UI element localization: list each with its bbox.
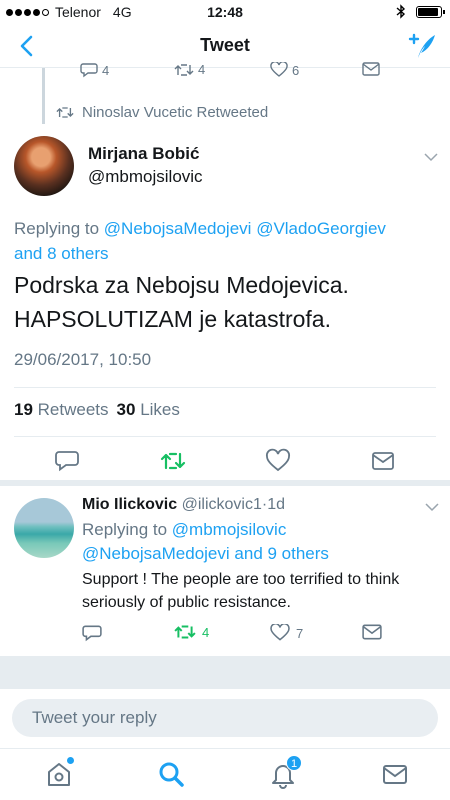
retweet-action[interactable]: 4 [174, 624, 209, 640]
chevron-down-icon[interactable] [424, 152, 438, 162]
tweet-text-line: HAPSOLUTIZAM je katastrofa. [14, 306, 331, 332]
retweets-label: Retweets [37, 400, 109, 419]
avatar[interactable] [14, 136, 74, 196]
bluetooth-icon [396, 4, 406, 19]
tab-messages[interactable] [380, 759, 410, 789]
tweet-text-line: Podrska za Nebojsu Medojevica. [14, 272, 349, 298]
likes-count: 30 [116, 400, 136, 419]
reply-text: Support ! The people are too terrified t… [82, 571, 400, 611]
tweet-timestamp: 29/06/2017, 10:50 [14, 350, 152, 369]
replying-prefix: Replying to [82, 520, 172, 539]
tweet-text: Podrska za Nebojsu Medojevica. HAPSOLUTI… [14, 268, 440, 336]
like-count: 7 [296, 625, 304, 641]
reply-tweet-actions: 4 7 [0, 624, 450, 644]
tab-search[interactable] [156, 759, 186, 789]
like-action[interactable]: 7 [270, 624, 303, 642]
main-tweet-actions [0, 448, 450, 474]
reply-author-line: Mio Ilickovic @ilickovic1·1d [82, 496, 285, 514]
likes-stat[interactable]: 30 Likes [117, 400, 180, 420]
prev-reply-action[interactable]: 4 [80, 62, 109, 78]
retweet-icon[interactable] [160, 448, 186, 474]
mention-link[interactable]: @NebojsaMedojevi [82, 544, 230, 563]
tweet-stats: 19 Retweets 30 Likes [14, 400, 180, 420]
mention-link[interactable]: @NebojsaMedojevi [104, 219, 252, 238]
envelope-icon [383, 765, 407, 784]
reply-composer [0, 688, 450, 748]
prev-reply-count: 4 [102, 62, 110, 78]
retweet-icon [56, 107, 74, 118]
status-bar: Telenor 4G 12:48 [0, 0, 450, 24]
prev-retweet-action[interactable]: 4 [174, 62, 205, 77]
prev-like-count: 6 [292, 62, 300, 78]
clock: 12:48 [207, 4, 243, 20]
retweets-count: 19 [14, 400, 33, 419]
mention-link[interactable]: @mbmojsilovic [172, 520, 287, 539]
replying-prefix: Replying to [14, 219, 104, 238]
prev-like-action[interactable]: 6 [270, 62, 299, 78]
page-title: Tweet [200, 35, 250, 55]
thread-line [42, 68, 45, 124]
prev-dm-action[interactable] [362, 62, 380, 76]
reply-icon [80, 63, 98, 78]
author-handle[interactable]: @mbmojsilovic [88, 167, 203, 187]
divider [14, 436, 436, 437]
likes-label: Likes [140, 400, 180, 419]
prev-retweet-count: 4 [198, 62, 206, 77]
retweet-icon [174, 625, 196, 639]
envelope-icon [362, 624, 382, 640]
avatar[interactable] [14, 498, 74, 558]
chevron-down-icon[interactable] [425, 502, 439, 512]
home-unread-dot [67, 757, 74, 764]
retweet-context[interactable]: Ninoslav Vucetic Retweeted [56, 104, 268, 121]
author-name[interactable]: Mirjana Bobić [88, 144, 199, 164]
divider [14, 387, 436, 388]
author-handle[interactable]: @ilickovic1 [182, 496, 262, 513]
replying-to: Replying to @NebojsaMedojevi @VladoGeorg… [14, 216, 440, 266]
tab-notifications[interactable]: 1 [268, 755, 302, 789]
mention-link[interactable]: @VladoGeorgiev [256, 219, 386, 238]
status-right [396, 4, 445, 19]
heart-icon [270, 624, 290, 641]
retweet-icon [174, 63, 194, 76]
tab-bar: 1 [0, 748, 450, 800]
author-name[interactable]: Mio Ilickovic [82, 496, 177, 513]
others-link[interactable]: and 8 others [14, 244, 109, 263]
main-tweet-author: Mirjana Bobić @mbmojsilovic [14, 136, 440, 198]
reply-tweet[interactable]: Mio Ilickovic @ilickovic1·1d Replying to… [0, 484, 450, 654]
heart-icon [270, 62, 288, 77]
notification-badge: 1 [286, 755, 302, 771]
previous-tweet-actions: 4 4 6 [0, 62, 450, 82]
reply-input[interactable] [12, 699, 438, 737]
retweets-stat[interactable]: 19 Retweets [14, 400, 109, 420]
tab-home[interactable] [44, 757, 74, 789]
tweet-age: 1d [267, 496, 285, 513]
dm-action[interactable] [362, 624, 382, 640]
reply-icon [82, 625, 102, 642]
retweet-count: 4 [202, 624, 210, 640]
replying-to: Replying to @mbmojsilovic @NebojsaMedoje… [82, 518, 432, 566]
reply-action[interactable] [82, 624, 102, 642]
empty-area [0, 656, 450, 688]
envelope-icon [362, 62, 380, 76]
envelope-icon[interactable] [370, 448, 396, 474]
others-link[interactable]: and 9 others [234, 544, 329, 563]
search-icon [159, 762, 184, 787]
battery-icon [416, 5, 445, 18]
heart-icon[interactable] [265, 448, 291, 474]
retweet-context-label: Ninoslav Vucetic Retweeted [82, 104, 269, 121]
reply-icon[interactable] [54, 448, 80, 474]
compose-tweet-icon[interactable] [406, 30, 438, 62]
